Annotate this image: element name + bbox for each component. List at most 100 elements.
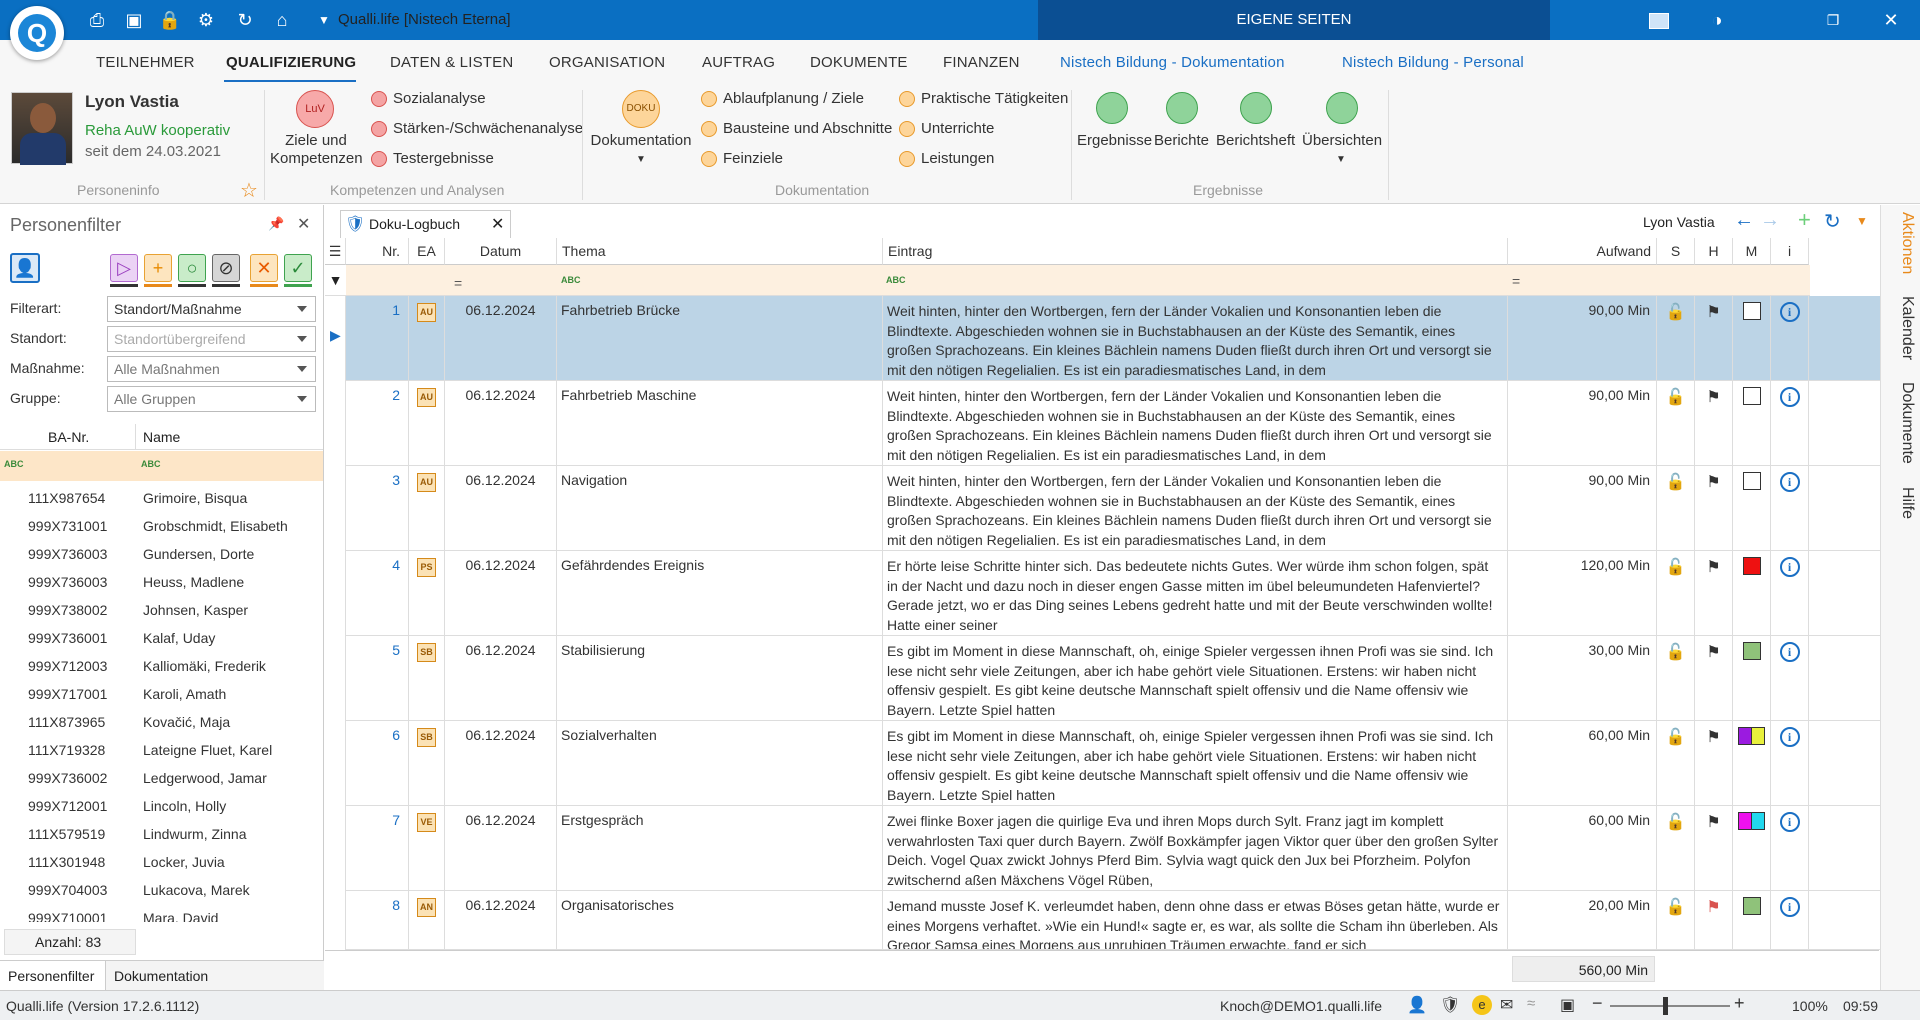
- menu-finanzen[interactable]: FINANZEN: [943, 54, 1020, 71]
- filter-play-icon[interactable]: ▷: [110, 254, 138, 282]
- lock-icon[interactable]: 🔓: [1657, 721, 1695, 805]
- flag-icon[interactable]: ⚑: [1695, 636, 1733, 720]
- table-row[interactable]: 4 PS 06.12.2024 Gefährdendes Ereignis Er hör…: [346, 551, 1880, 636]
- gruppe-select[interactable]: Alle Gruppen: [107, 386, 316, 412]
- cell-info[interactable]: i: [1771, 296, 1809, 380]
- list-item[interactable]: 999X736003 Heuss, Madlene: [0, 568, 323, 596]
- list-item[interactable]: 999X717001 Karoli, Amath: [0, 680, 323, 708]
- list-item[interactable]: 999X736002 Ledgerwood, Jamar: [0, 764, 323, 792]
- list-item[interactable]: 999X736003 Gundersen, Dorte: [0, 540, 323, 568]
- cell-marker[interactable]: [1733, 296, 1771, 380]
- berichte-button[interactable]: Berichte: [1154, 132, 1209, 149]
- side-tab-kalender[interactable]: Kalender: [1886, 296, 1916, 360]
- list-item[interactable]: 999X710001 Mara, David: [0, 904, 323, 922]
- filterart-select[interactable]: Standort/Maßnahme: [107, 296, 316, 322]
- row-menu-icon[interactable]: ☰: [325, 238, 346, 265]
- print-icon[interactable]: ⎙: [85, 8, 109, 32]
- list-item[interactable]: 999X731001 Grobschmidt, Elisabeth: [0, 512, 323, 540]
- settings-doc-icon[interactable]: ⚙: [194, 8, 218, 32]
- testergebnisse-button[interactable]: Testergebnisse: [371, 150, 494, 168]
- lock-icon[interactable]: 🔓: [1657, 891, 1695, 949]
- table-row[interactable]: 1 AU 06.12.2024 Fahrbetrieb Brücke Weit hint…: [346, 296, 1880, 381]
- column-name[interactable]: Name: [143, 429, 180, 445]
- column-h[interactable]: H: [1695, 238, 1733, 265]
- back-arrow-icon[interactable]: ←: [1734, 209, 1754, 232]
- cell-marker[interactable]: [1733, 381, 1771, 465]
- lock-icon[interactable]: 🔓: [1657, 636, 1695, 720]
- ergebnisse-button[interactable]: Ergebnisse: [1077, 132, 1152, 149]
- lock-icon[interactable]: 🔓: [1657, 806, 1695, 890]
- column-ba-nr[interactable]: BA-Nr.: [48, 429, 89, 445]
- close-window-icon[interactable]: ✕: [1866, 0, 1916, 40]
- flag-icon[interactable]: ⚑: [1695, 551, 1733, 635]
- column-s[interactable]: S: [1657, 238, 1695, 265]
- refresh-icon[interactable]: ↻: [233, 8, 257, 32]
- luv-icon[interactable]: LuV: [296, 90, 334, 128]
- ziele-kompetenzen-button[interactable]: Ziele und Kompetenzen: [270, 132, 363, 168]
- tab-doku-logbuch[interactable]: 🛡 Doku-Logbuch ✕: [340, 210, 511, 238]
- save-icon[interactable]: ▣: [122, 8, 146, 32]
- cell-info[interactable]: i: [1771, 891, 1809, 949]
- list-item[interactable]: 111X873965 Kovačić, Maja: [0, 708, 323, 736]
- zoom-out-icon[interactable]: −: [1592, 993, 1603, 1014]
- lock-icon[interactable]: 🔒: [158, 8, 182, 32]
- table-row[interactable]: 6 SB 06.12.2024 Sozialverhalten Es gibt im M…: [346, 721, 1880, 806]
- cell-info[interactable]: i: [1771, 551, 1809, 635]
- cell-info[interactable]: i: [1771, 466, 1809, 550]
- cell-marker[interactable]: [1733, 551, 1771, 635]
- ergebnisse-icon[interactable]: [1096, 92, 1128, 124]
- side-tab-hilfe[interactable]: Hilfe: [1886, 487, 1916, 519]
- menu-link-personal[interactable]: Nistech Bildung - Personal: [1342, 54, 1524, 71]
- flag-icon[interactable]: ⚑: [1695, 806, 1733, 890]
- menu-dokumente[interactable]: DOKUMENTE: [810, 54, 908, 71]
- menu-teilnehmer[interactable]: TEILNEHMER: [96, 54, 195, 71]
- berichte-icon[interactable]: [1166, 92, 1198, 124]
- zoom-slider[interactable]: [1610, 1005, 1730, 1007]
- filter-circle-icon[interactable]: ○: [178, 254, 206, 282]
- menu-organisation[interactable]: ORGANISATION: [549, 54, 665, 71]
- e-icon[interactable]: e: [1472, 995, 1492, 1015]
- quick-access-dropdown-icon[interactable]: ▼: [312, 8, 336, 32]
- cell-marker[interactable]: [1733, 466, 1771, 550]
- sozialanalyse-button[interactable]: Sozialanalyse: [371, 90, 486, 108]
- list-item[interactable]: 999X736001 Kalaf, Uday: [0, 624, 323, 652]
- berichtsheft-button[interactable]: Berichtsheft: [1216, 132, 1295, 149]
- list-item[interactable]: 999X712003 Kalliomäki, Frederik: [0, 652, 323, 680]
- close-tab-icon[interactable]: ✕: [491, 214, 504, 234]
- unterrichte-button[interactable]: Unterrichte: [899, 120, 994, 138]
- column-eintrag[interactable]: Eintrag: [883, 238, 1508, 265]
- flag-icon[interactable]: ⚑: [1695, 891, 1733, 949]
- forward-arrow-icon[interactable]: →: [1760, 209, 1780, 232]
- side-tab-dokumente[interactable]: Dokumente: [1886, 382, 1916, 464]
- lock-icon[interactable]: 🔓: [1657, 466, 1695, 550]
- view-icon[interactable]: ▣: [1560, 995, 1575, 1015]
- list-item[interactable]: 999X704003 Lukacova, Marek: [0, 876, 323, 904]
- massnahme-select[interactable]: Alle Maßnahmen: [107, 356, 316, 382]
- column-aufwand[interactable]: Aufwand: [1508, 238, 1657, 265]
- cell-marker[interactable]: [1733, 891, 1771, 949]
- list-item[interactable]: 999X712001 Lincoln, Holly: [0, 792, 323, 820]
- pin-icon[interactable]: 📌: [268, 216, 284, 232]
- contrast-icon[interactable]: ◑: [1692, 0, 1742, 40]
- column-m[interactable]: M: [1733, 238, 1771, 265]
- menu-auftrag[interactable]: AUFTRAG: [702, 54, 775, 71]
- list-item[interactable]: 111X301948 Locker, Juvia: [0, 848, 323, 876]
- grid-filter-row[interactable]: = ABC ABC =: [346, 265, 1810, 296]
- table-row[interactable]: 2 AU 06.12.2024 Fahrbetrieb Maschine Weit hi…: [346, 381, 1880, 466]
- column-ea[interactable]: EA: [409, 238, 445, 265]
- layout-icon[interactable]: [1634, 0, 1684, 40]
- home-icon[interactable]: ⌂: [270, 8, 294, 32]
- flag-icon[interactable]: ⚑: [1695, 381, 1733, 465]
- eigene-seiten-button[interactable]: EIGENE SEITEN: [1038, 0, 1550, 40]
- doku-icon[interactable]: DOKU: [622, 90, 660, 128]
- zoom-in-icon[interactable]: +: [1734, 993, 1745, 1014]
- refresh-grid-icon[interactable]: ↻: [1824, 209, 1841, 234]
- cell-marker[interactable]: [1733, 636, 1771, 720]
- cell-info[interactable]: i: [1771, 381, 1809, 465]
- column-i[interactable]: i: [1771, 238, 1809, 265]
- menu-link-dokumentation[interactable]: Nistech Bildung - Dokumentation: [1060, 54, 1285, 71]
- wifi-icon[interactable]: ≈: [1527, 995, 1535, 1012]
- close-panel-icon[interactable]: ✕: [297, 214, 310, 234]
- uebersichten-button[interactable]: Übersichten: [1302, 132, 1382, 149]
- uebersichten-dropdown-icon[interactable]: ▼: [1336, 154, 1346, 165]
